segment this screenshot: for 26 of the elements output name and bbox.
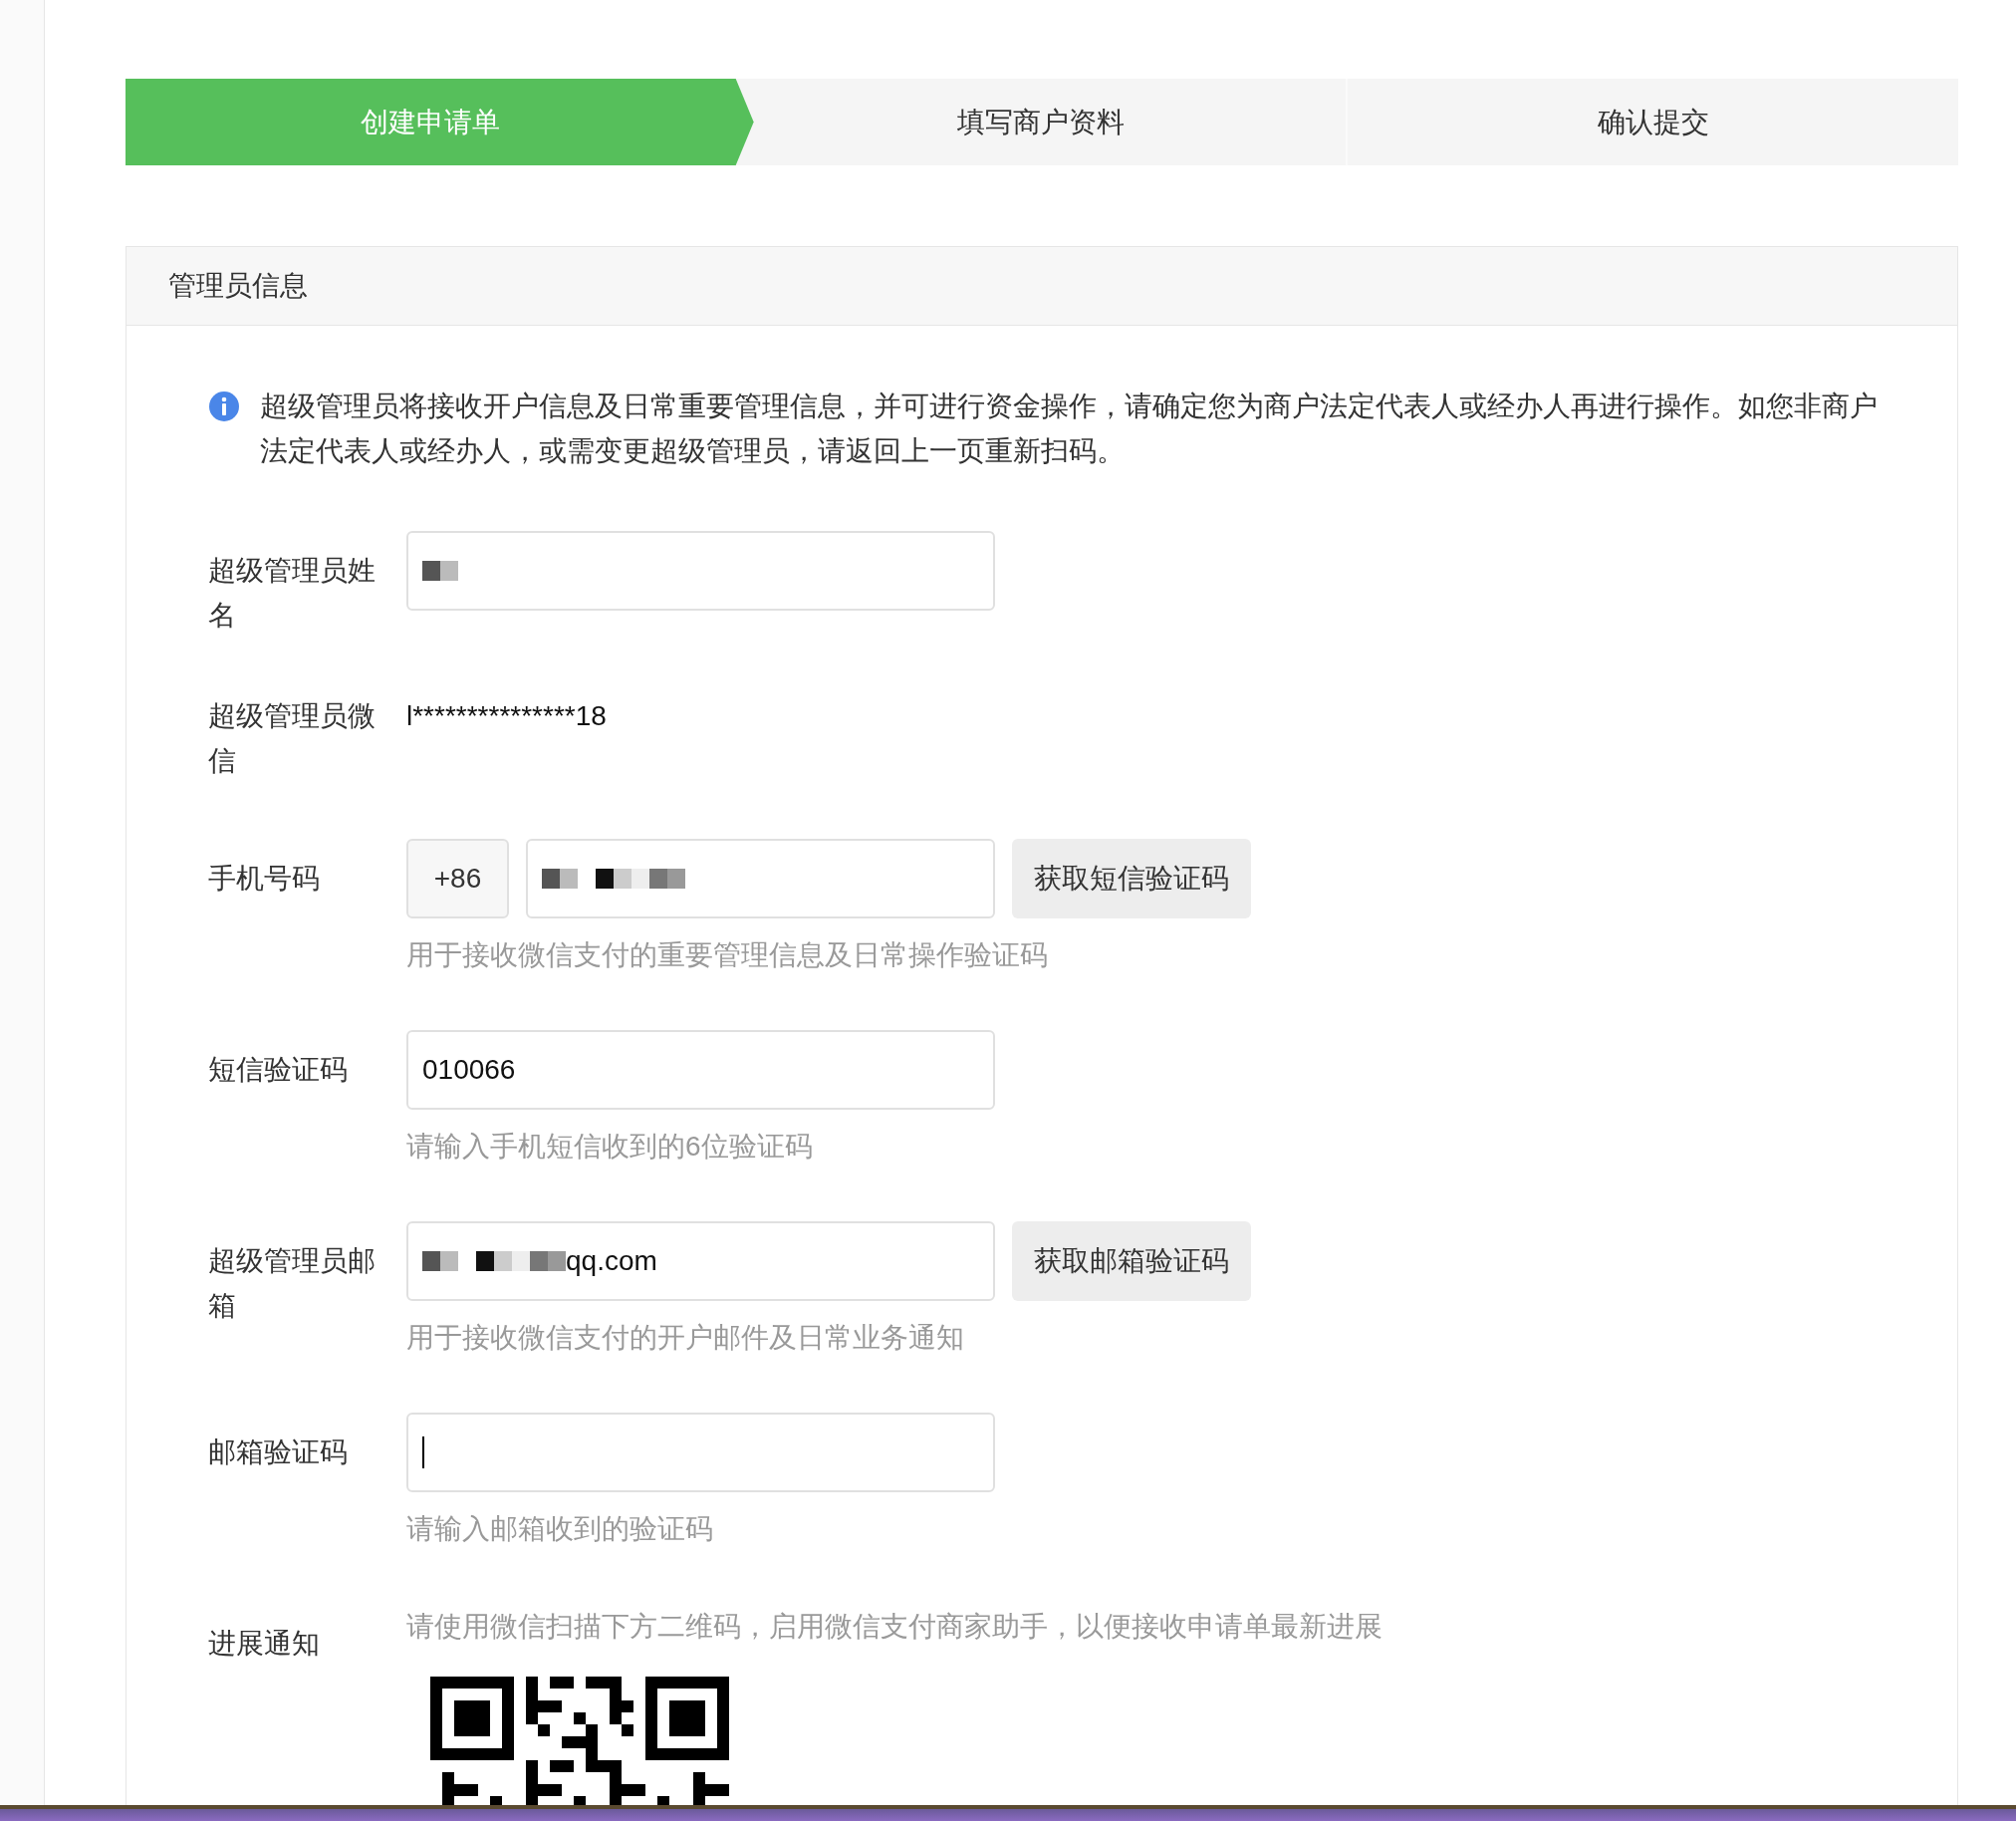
hint-text: 用于接收微信支付的开户邮件及日常业务通知 — [406, 1321, 965, 1355]
info-icon — [208, 390, 240, 422]
wechat-id-text: l***************18 — [406, 699, 608, 733]
input-field[interactable] — [406, 1413, 995, 1492]
progress-step: 确认提交 — [1346, 79, 1958, 165]
get-code-button[interactable]: 获取邮箱验证码 — [1012, 1221, 1251, 1301]
country-code-field[interactable]: +86 — [406, 839, 509, 918]
notice-text: 超级管理员将接收开户信息及日常重要管理信息，并可进行资金操作，请确定您为商户法定代表人或经办人再进行操作。如您非商户法定代表人或经办人，或需变更超级管理员，请返回上一页重新扫码。 — [260, 390, 1879, 468]
progress-step: 创建申请单 — [126, 79, 754, 165]
field-label: 手机号码 — [208, 862, 321, 896]
field-label: 超级管理员姓名 — [208, 554, 377, 633]
hint-text: 用于接收微信支付的重要管理信息及日常操作验证码 — [406, 938, 1049, 972]
field-label: 邮箱验证码 — [208, 1435, 349, 1469]
panel-title: 管理员信息 — [168, 269, 308, 303]
hint-text: 请输入邮箱收到的验证码 — [406, 1512, 714, 1546]
input-field[interactable]: 010066 — [406, 1030, 995, 1110]
field-label: 短信验证码 — [208, 1053, 349, 1087]
hint-text: 请使用微信扫描下方二维码，启用微信支付商家助手，以便接收申请单最新进展 — [406, 1610, 1384, 1644]
field-label: 超级管理员邮箱 — [208, 1244, 377, 1323]
get-code-button[interactable]: 获取短信验证码 — [1012, 839, 1251, 918]
input-field[interactable] — [526, 839, 995, 918]
field-label: 进展通知 — [208, 1627, 321, 1661]
field-label: 超级管理员微信 — [208, 699, 377, 778]
input-field[interactable]: qq.com — [406, 1221, 995, 1301]
input-field[interactable] — [406, 531, 995, 611]
hint-text: 请输入手机短信收到的6位验证码 — [406, 1130, 814, 1164]
